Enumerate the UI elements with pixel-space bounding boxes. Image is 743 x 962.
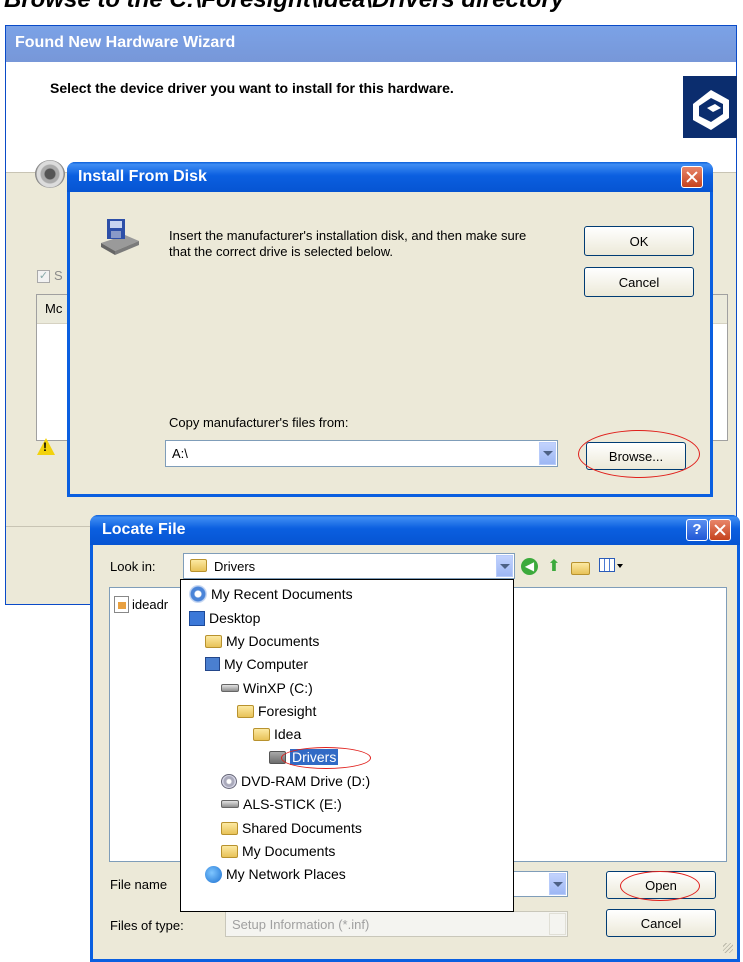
inf-file-icon <box>114 596 129 613</box>
install-close-button[interactable] <box>681 166 703 188</box>
dropdown-item-my-computer[interactable]: My Computer <box>205 652 308 676</box>
wizard-header-panel: Select the device driver you want to ins… <box>6 62 737 173</box>
dropdown-item-label: Foresight <box>258 703 317 719</box>
up-folder-icon[interactable]: ⬆ <box>545 556 563 576</box>
dropdown-item-label: ALS-STICK (E:) <box>243 796 342 812</box>
browse-highlight-circle <box>578 430 700 478</box>
open-highlight-circle <box>620 871 700 901</box>
locate-close-button[interactable] <box>709 519 731 541</box>
files-of-type-value: Setup Information (*.inf) <box>232 917 370 932</box>
dropdown-item-label: My Documents <box>226 633 320 649</box>
dropdown-item-desktop[interactable]: Desktop <box>189 606 260 630</box>
new-folder-icon[interactable] <box>571 560 590 576</box>
disk-drive-icon <box>101 219 139 255</box>
copy-files-value: A:\ <box>172 446 188 461</box>
dropdown-item-my-documents[interactable]: My Documents <box>205 629 319 653</box>
help-button[interactable]: ? <box>686 519 708 541</box>
folder-icon <box>253 727 270 741</box>
dropdown-item-label: Desktop <box>209 610 261 626</box>
wizard-heading: Select the device driver you want to ins… <box>50 80 454 96</box>
view-menu-arrow[interactable] <box>617 564 623 568</box>
dropdown-item-label: DVD-RAM Drive (D:) <box>241 773 371 789</box>
warning-exclaim: ! <box>43 440 47 454</box>
back-icon[interactable]: ◀ <box>521 558 538 575</box>
removable-drive-icon <box>221 800 239 808</box>
dropdown-item-idea[interactable]: Idea <box>253 722 301 746</box>
folder-icon <box>221 821 238 835</box>
dropdown-item-my-network-places[interactable]: My Network Places <box>205 862 346 886</box>
file-name-label: File name <box>110 877 168 892</box>
look-in-label: Look in: <box>110 559 156 574</box>
files-of-type-combo[interactable]: Setup Information (*.inf) <box>225 911 568 937</box>
locate-title: Locate File <box>102 521 186 538</box>
copy-files-combo[interactable]: A:\ <box>165 440 558 467</box>
copy-files-dropdown-arrow[interactable] <box>539 442 556 465</box>
drivers-highlight-circle <box>281 747 371 769</box>
wizard-title: Found New Hardware Wizard <box>15 34 236 51</box>
install-cancel-button[interactable]: Cancel <box>584 267 694 297</box>
recent-documents-icon <box>189 585 207 603</box>
dropdown-item-label: My Network Places <box>226 866 346 882</box>
dropdown-item-label: My Recent Documents <box>211 586 353 602</box>
folder-icon <box>237 704 254 718</box>
install-message: Insert the manufacturer's installation d… <box>169 228 527 259</box>
dropdown-item-label: My Documents <box>242 843 336 859</box>
my-computer-icon <box>205 657 220 671</box>
show-compatible-label: S <box>54 268 63 283</box>
model-column-label: Mc <box>45 301 63 316</box>
locate-cancel-button[interactable]: Cancel <box>606 909 716 937</box>
folder-icon <box>221 844 238 858</box>
dropdown-item-my-recent-documents[interactable]: My Recent Documents <box>189 582 353 606</box>
dropdown-item-shared-documents[interactable]: Shared Documents <box>221 816 362 840</box>
resize-grip[interactable] <box>723 943 733 953</box>
desktop-icon <box>189 610 205 626</box>
dropdown-item-label: My Computer <box>224 656 309 672</box>
file-name-combo[interactable] <box>513 871 568 897</box>
my-documents-icon <box>205 634 222 648</box>
dropdown-item-label: WinXP (C:) <box>243 680 313 696</box>
dropdown-item-label: Shared Documents <box>242 820 362 836</box>
install-title: Install From Disk <box>78 168 207 185</box>
view-menu-icon[interactable] <box>599 558 615 572</box>
wizard-titlebar: Found New Hardware Wizard <box>6 26 736 62</box>
copy-files-label: Copy manufacturer's files from: <box>169 415 349 430</box>
dropdown-item-dvd-ram[interactable]: DVD-RAM Drive (D:) <box>221 769 370 793</box>
dropdown-item-foresight[interactable]: Foresight <box>237 699 316 723</box>
speaker-icon <box>35 160 65 188</box>
look-in-value: Drivers <box>214 559 256 574</box>
hard-drive-icon <box>221 684 239 692</box>
dropdown-item-my-documents-2[interactable]: My Documents <box>221 839 335 863</box>
file-item-label: ideadr <box>132 597 169 612</box>
files-of-type-label: Files of type: <box>110 918 184 933</box>
look-in-dropdown-list[interactable]: My Recent Documents Desktop My Documents… <box>180 579 514 912</box>
folder-icon <box>190 559 207 572</box>
network-places-icon <box>205 865 222 883</box>
look-in-combo[interactable]: Drivers <box>183 553 515 579</box>
install-from-disk-dialog: Install From Disk Insert the manufacture… <box>67 162 713 497</box>
dvd-drive-icon <box>221 773 237 789</box>
file-name-dropdown-arrow[interactable] <box>549 873 566 895</box>
instruction-text: Browse to the C:\Foresight\Idea\Drivers … <box>4 0 564 14</box>
help-label: ? <box>692 521 702 538</box>
show-compatible-checkbox[interactable]: ✓ <box>37 270 50 283</box>
dropdown-item-winxp-c[interactable]: WinXP (C:) <box>221 676 313 700</box>
dropdown-item-label: Idea <box>274 726 302 742</box>
files-of-type-dropdown-arrow[interactable] <box>549 913 566 935</box>
install-titlebar: Install From Disk <box>67 162 713 192</box>
dropdown-item-als-stick[interactable]: ALS-STICK (E:) <box>221 792 342 816</box>
file-item[interactable]: ideadr <box>114 596 168 613</box>
look-in-dropdown-arrow[interactable] <box>496 555 513 577</box>
hardware-wizard-icon <box>683 76 737 138</box>
ok-button[interactable]: OK <box>584 226 694 256</box>
locate-titlebar: Locate File ? <box>90 515 740 545</box>
